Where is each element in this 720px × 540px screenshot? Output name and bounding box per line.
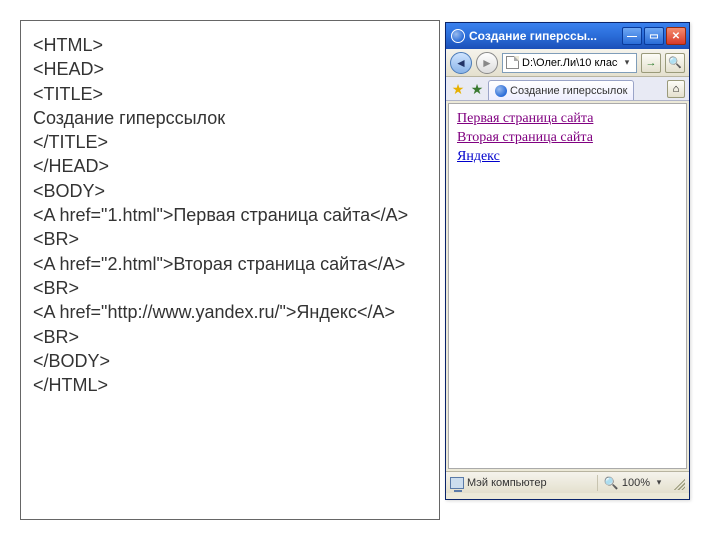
add-favorite-icon[interactable]: ★ — [469, 81, 485, 97]
zoom-dropdown-icon[interactable]: ▾ — [653, 477, 665, 488]
code-line: <A href="http://www.yandex.ru/">Яндекс</… — [33, 300, 427, 349]
close-button[interactable]: ✕ — [666, 27, 686, 45]
favorites-star-icon[interactable]: ★ — [450, 81, 466, 97]
maximize-button[interactable]: ▭ — [644, 27, 664, 45]
tab-label: Создание гиперссылок — [510, 85, 627, 97]
status-bar: Мэй компьютер 🔍 100% ▾ — [446, 471, 689, 493]
code-line: <HTML> — [33, 33, 427, 57]
page-icon — [506, 56, 519, 69]
code-line: </HTML> — [33, 373, 427, 397]
code-line: <A href="1.html">Первая страница сайта</… — [33, 203, 427, 252]
search-button[interactable]: 🔍 — [665, 53, 685, 73]
tab-ie-icon — [495, 85, 507, 97]
code-line: <HEAD> — [33, 57, 427, 81]
minimize-button[interactable]: — — [622, 27, 642, 45]
nav-back-button[interactable]: ◄ — [450, 52, 472, 74]
code-line: </TITLE> — [33, 130, 427, 154]
browser-tab[interactable]: Создание гиперссылок — [488, 80, 634, 100]
slide-root: <HTML> <HEAD> <TITLE> Создание гиперссыл… — [0, 0, 720, 540]
home-button[interactable]: ⌂ — [667, 80, 685, 98]
tab-bar: ★ ★ Создание гиперссылок ⌂ — [446, 77, 689, 101]
address-text: D:\Олег.Ли\10 класс\ — [522, 57, 618, 69]
nav-toolbar: ◄ ► D:\Олег.Ли\10 класс\ ▾ → 🔍 — [446, 49, 689, 77]
page-link-3[interactable]: Яндекс — [457, 149, 500, 164]
ie-app-icon — [451, 29, 465, 43]
window-titlebar[interactable]: Создание гиперссы... — ▭ ✕ — [446, 23, 689, 49]
status-pane-zoom[interactable]: 🔍 100% ▾ — [597, 475, 665, 491]
go-button[interactable]: → — [641, 53, 661, 73]
zoom-icon: 🔍 — [604, 476, 619, 490]
my-computer-icon — [450, 477, 464, 489]
code-panel: <HTML> <HEAD> <TITLE> Создание гиперссыл… — [20, 20, 440, 520]
page-content: Первая страница сайта Вторая страница са… — [448, 103, 687, 469]
status-zone-text: Мэй компьютер — [467, 477, 547, 489]
browser-window: Создание гиперссы... — ▭ ✕ ◄ ► D:\Олег.Л… — [445, 22, 690, 500]
address-bar[interactable]: D:\Олег.Ли\10 класс\ ▾ — [502, 53, 637, 73]
code-line: </BODY> — [33, 349, 427, 373]
code-line: <TITLE> — [33, 82, 427, 106]
resize-grip[interactable] — [671, 476, 685, 490]
nav-forward-button[interactable]: ► — [476, 52, 498, 74]
code-line: </HEAD> — [33, 154, 427, 178]
code-line: <A href="2.html">Вторая страница сайта</… — [33, 252, 427, 301]
code-line: Создание гиперссылок — [33, 106, 427, 130]
page-link-1[interactable]: Первая страница сайта — [457, 111, 593, 126]
status-pane-left: Мэй компьютер — [450, 475, 591, 491]
address-dropdown-icon[interactable]: ▾ — [621, 57, 633, 68]
code-line: <BODY> — [33, 179, 427, 203]
zoom-value: 100% — [622, 477, 650, 489]
page-link-2[interactable]: Вторая страница сайта — [457, 130, 593, 145]
window-controls: — ▭ ✕ — [622, 27, 686, 45]
window-title: Создание гиперссы... — [469, 29, 622, 43]
